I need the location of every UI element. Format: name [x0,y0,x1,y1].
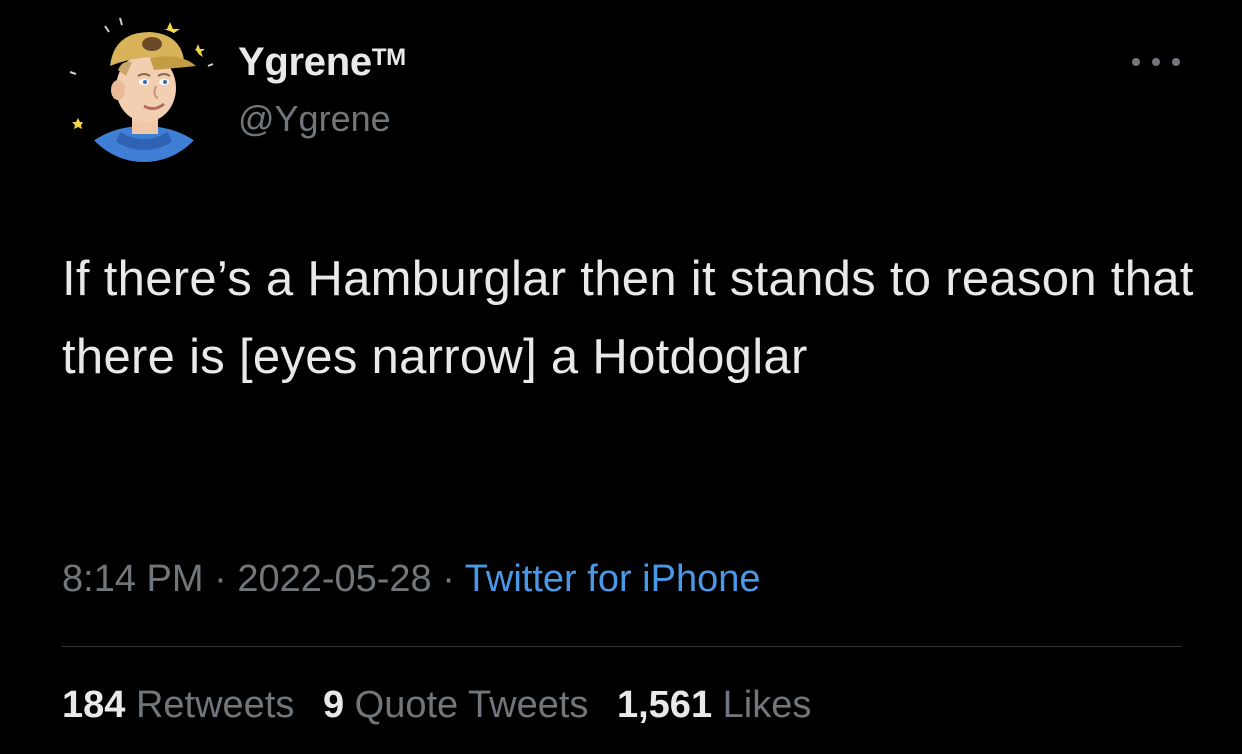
avatar[interactable] [60,14,218,172]
cartoon-avatar-icon [69,17,214,162]
tweet-stats: 184 Retweets 9 Quote Tweets 1,561 Likes [62,684,829,727]
tweet-date[interactable]: 2022-05-28 [237,558,431,600]
quote-tweets-count: 9 [322,684,345,726]
divider [62,646,1182,647]
meta-separator: · [214,558,227,600]
tweet-source-link[interactable]: Twitter for iPhone [465,558,761,600]
likes-count: 1,561 [616,684,713,726]
trademark-mark: TM [371,44,406,71]
tweet-time[interactable]: 8:14 PM [62,558,204,600]
retweets-stat[interactable]: 184 Retweets [62,684,294,726]
display-name-text: Ygrene [238,40,372,84]
meta-separator: · [442,558,455,600]
more-dot [1152,58,1160,66]
retweets-label: Retweets [135,684,295,726]
retweets-count: 184 [62,684,126,726]
display-name[interactable]: YgreneTM [238,40,406,85]
likes-stat[interactable]: 1,561 Likes [617,684,811,726]
tweet-meta: 8:14 PM · 2022-05-28 · Twitter for iPhon… [62,558,760,601]
tweet-text: If there’s a Hamburglar then it stands t… [62,252,1194,384]
likes-label: Likes [722,684,812,726]
quote-tweets-stat[interactable]: 9 Quote Tweets [323,684,588,726]
more-options-icon[interactable] [1132,50,1180,74]
more-dot [1172,58,1180,66]
more-dot [1132,58,1140,66]
quote-tweets-label: Quote Tweets [354,684,589,726]
user-handle[interactable]: @Ygrene [238,98,391,140]
